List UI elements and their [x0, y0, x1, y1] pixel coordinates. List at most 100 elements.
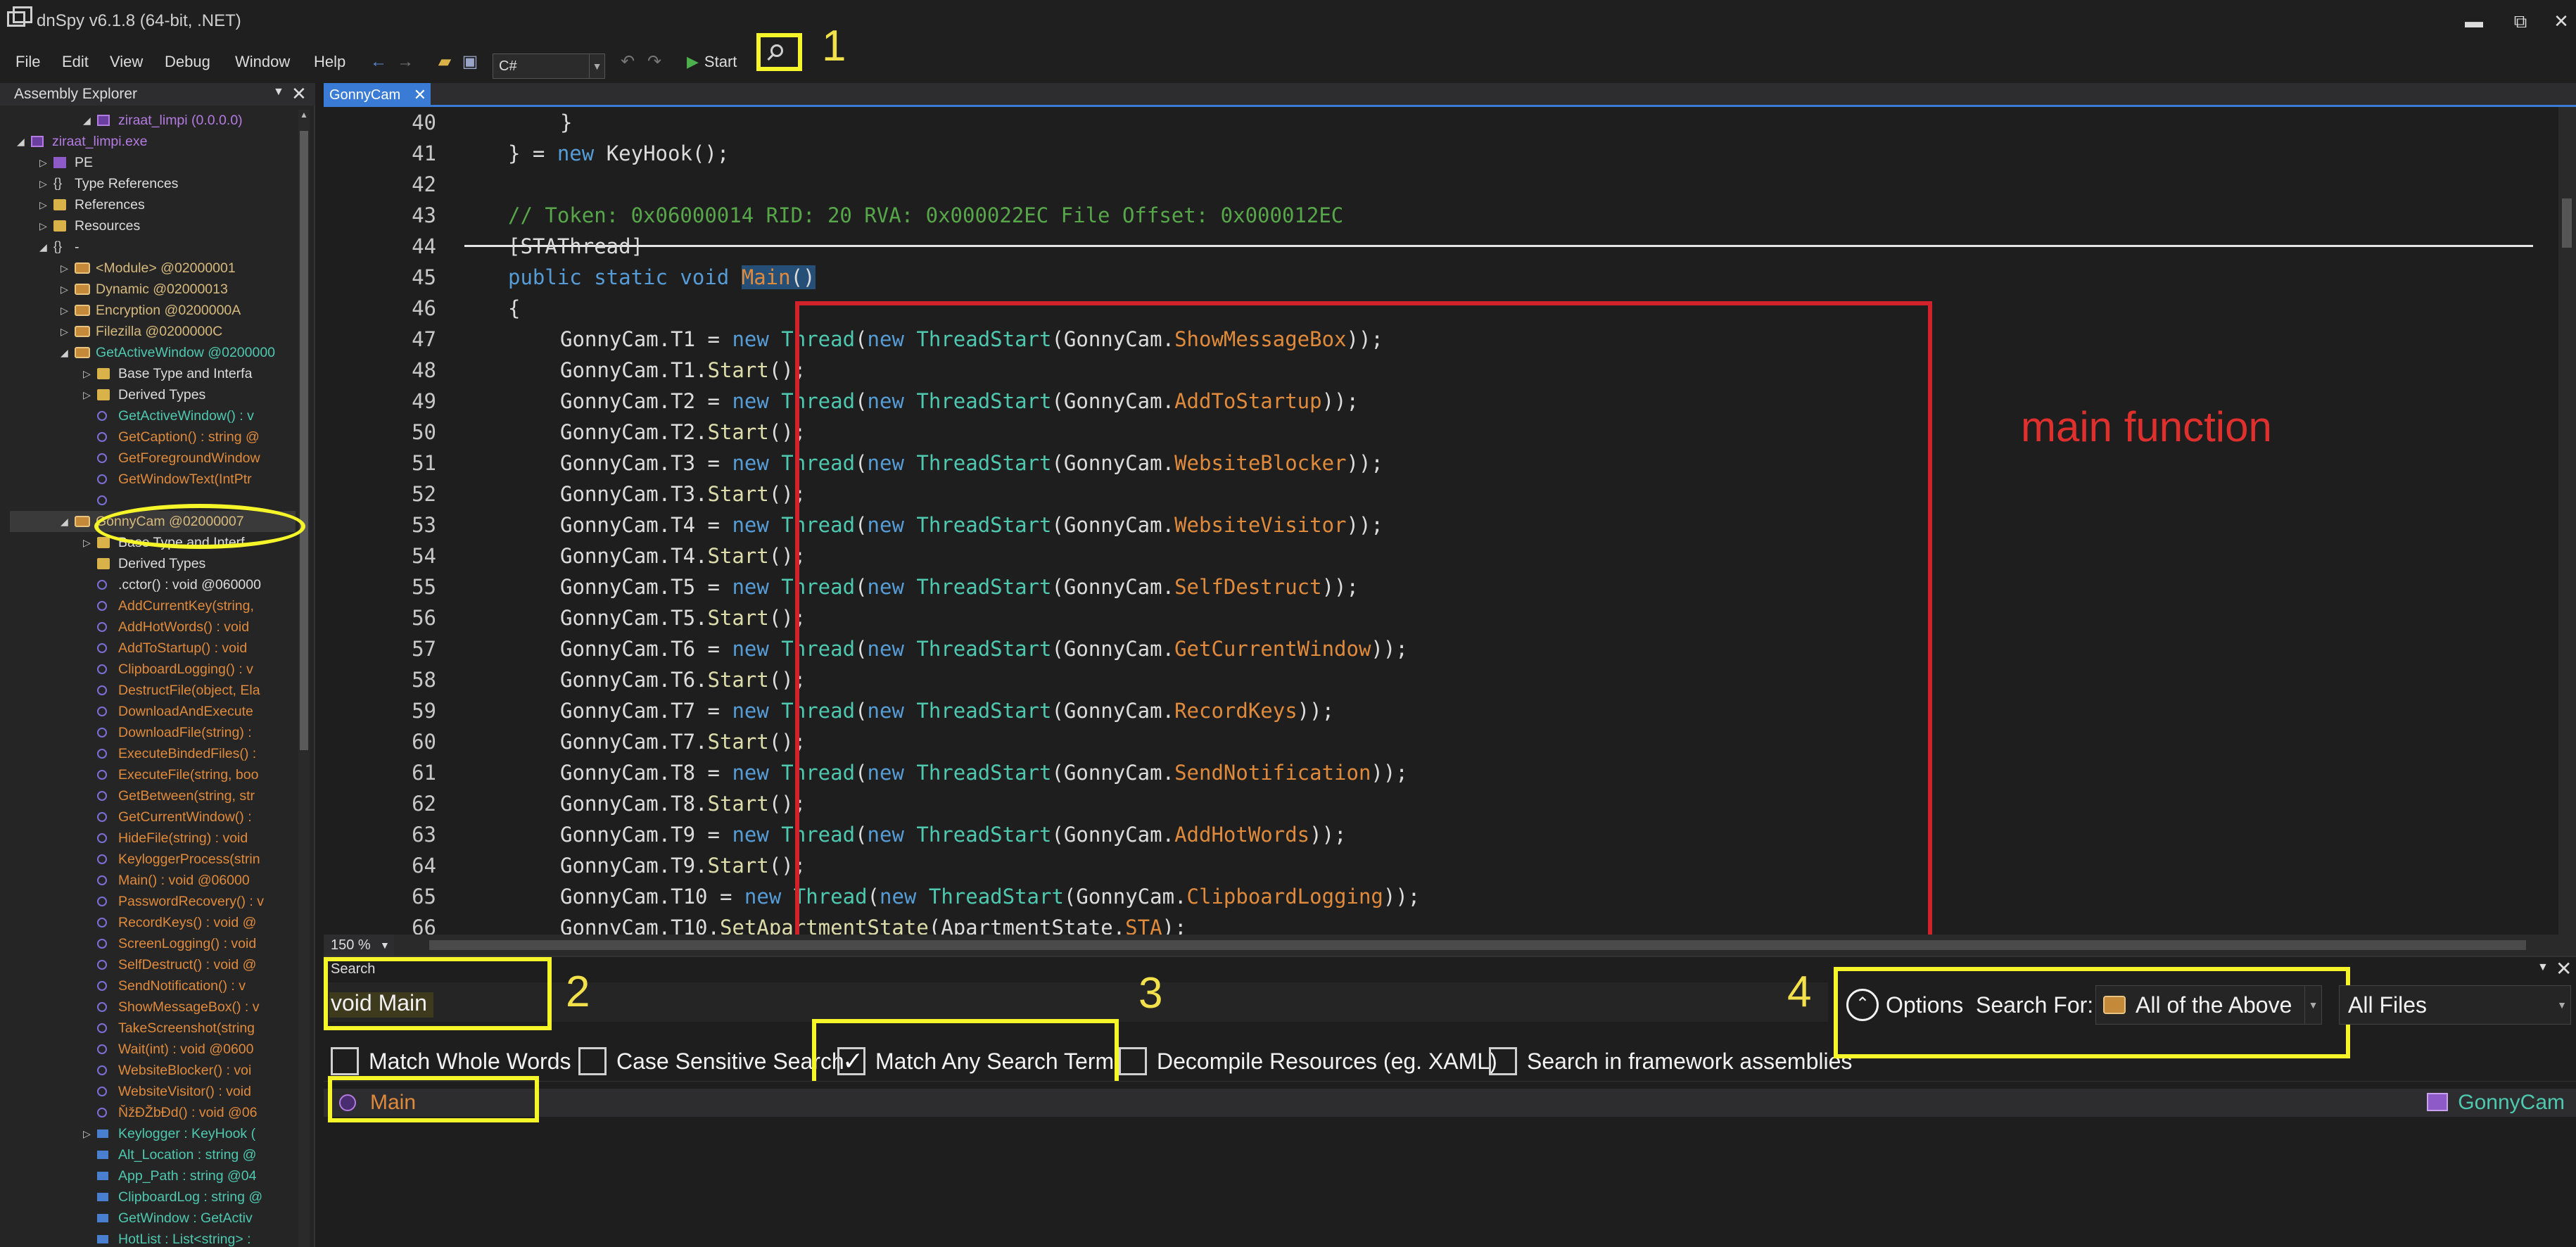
tree-item[interactable]: Wait(int) : void @0600 — [10, 1039, 296, 1060]
expanded-chevron-icon[interactable]: ◢ — [17, 131, 25, 152]
tree-item[interactable]: ◢ ziraat_limpi (0.0.0.0) — [10, 110, 296, 131]
tree-item[interactable]: ▷ <Module> @02000001 — [10, 258, 296, 279]
undo-icon[interactable]: ↶ — [618, 52, 637, 72]
tree-item[interactable]: ◢ ziraat_limpi.exe — [10, 131, 296, 152]
tree-item[interactable]: AddCurrentKey(string, — [10, 595, 296, 616]
collapsed-chevron-icon[interactable]: ▷ — [39, 194, 47, 215]
editor-horizontal-scrollbar[interactable] — [394, 935, 2558, 956]
tree-item[interactable]: ▷ PE — [10, 152, 296, 173]
scroll-up-icon[interactable]: ▲ — [298, 110, 310, 124]
menu-help[interactable]: Help — [314, 41, 345, 83]
tree-item[interactable]: ClipboardLog : string @ — [10, 1186, 296, 1208]
back-arrow-icon[interactable]: ← — [369, 52, 388, 72]
option-case-sensitive[interactable]: Case Sensitive Search — [578, 1043, 844, 1080]
collapsed-chevron-icon[interactable]: ▷ — [39, 215, 47, 236]
tree-item[interactable]: HideFile(string) : void — [10, 828, 296, 849]
tree-item[interactable]: ▷ {} Type References — [10, 173, 296, 194]
tree-item[interactable]: App_Path : string @04 — [10, 1165, 296, 1186]
collapsed-chevron-icon[interactable]: ▷ — [83, 532, 91, 553]
tree-item[interactable]: ◢ GetActiveWindow @0200000 — [10, 342, 296, 363]
tree-item[interactable]: ▷ References — [10, 194, 296, 215]
collapsed-chevron-icon[interactable]: ▷ — [83, 363, 91, 384]
menu-debug[interactable]: Debug — [165, 41, 210, 83]
close-icon[interactable]: ✕ — [414, 83, 426, 107]
collapsed-chevron-icon[interactable]: ▷ — [61, 258, 68, 279]
expanded-chevron-icon[interactable]: ◢ — [61, 342, 68, 363]
close-button[interactable]: ✕ — [2540, 6, 2576, 37]
tree-item[interactable]: ▷ Dynamic @02000013 — [10, 279, 296, 300]
expanded-chevron-icon[interactable]: ◢ — [39, 236, 47, 258]
tree-item[interactable]: WebsiteVisitor() : void — [10, 1081, 296, 1102]
tree-item[interactable]: DownloadAndExecute — [10, 701, 296, 722]
tree-item[interactable]: Main() : void @06000 — [10, 870, 296, 891]
tree-item[interactable]: ▷ Base Type and Interfa — [10, 363, 296, 384]
tree-item[interactable]: ExecuteFile(string, boo — [10, 764, 296, 785]
maximize-button[interactable]: ⧉ — [2499, 6, 2542, 37]
search-for-select[interactable]: All of the Above ▼ — [2095, 985, 2322, 1025]
tree-item[interactable]: .cctor() : void @060000 — [10, 574, 296, 595]
tree-item[interactable]: WebsiteBlocker() : voi — [10, 1060, 296, 1081]
tree-item[interactable]: ▷ Filezilla @0200000C — [10, 321, 296, 342]
tree-item[interactable]: KeyloggerProcess(strin — [10, 849, 296, 870]
zoom-level[interactable]: 150 % ▼ — [324, 935, 394, 956]
language-select[interactable]: C# ▼ — [493, 53, 605, 79]
menu-view[interactable]: View — [110, 41, 143, 83]
tree-item[interactable]: AddToStartup() : void — [10, 638, 296, 659]
tree-item[interactable]: ExecuteBindedFiles() : — [10, 743, 296, 764]
menu-window[interactable]: Window — [235, 41, 290, 83]
menu-edit[interactable]: Edit — [62, 41, 89, 83]
collapsed-chevron-icon[interactable]: ▷ — [83, 384, 91, 405]
collapsed-chevron-icon[interactable]: ▷ — [61, 300, 68, 321]
expanded-chevron-icon[interactable]: ◢ — [61, 511, 68, 532]
option-search-framework[interactable]: Search in framework assemblies — [1489, 1043, 1852, 1080]
forward-arrow-icon[interactable]: → — [395, 52, 415, 72]
tree-item[interactable]: ◢ {} - — [10, 236, 296, 258]
collapsed-chevron-icon[interactable]: ▷ — [61, 321, 68, 342]
tree-item[interactable]: GetCaption() : string @ — [10, 426, 296, 448]
tree-item[interactable]: ScreenLogging() : void — [10, 933, 296, 954]
chevron-down-icon[interactable]: ▼ — [2537, 961, 2549, 974]
menu-file[interactable]: File — [15, 41, 40, 83]
tree-item[interactable]: DownloadFile(string) : — [10, 722, 296, 743]
start-button[interactable]: ▶ Start — [687, 41, 737, 83]
search-toolbar-button[interactable] — [756, 33, 802, 71]
tree-item[interactable]: PasswordRecovery() : v — [10, 891, 296, 912]
tree-item[interactable]: ▷ Derived Types — [10, 384, 296, 405]
checkbox[interactable] — [578, 1046, 607, 1075]
checkbox[interactable] — [331, 1046, 359, 1075]
tab-gonnycam[interactable]: GonnyCam ✕ — [324, 83, 431, 107]
option-match-whole-words[interactable]: Match Whole Words — [331, 1043, 571, 1080]
checkbox[interactable] — [1119, 1046, 1147, 1075]
tree-item[interactable]: DestructFile(object, Ela — [10, 680, 296, 701]
collapsed-chevron-icon[interactable]: ▷ — [39, 152, 47, 173]
tree-item[interactable]: SelfDestruct() : void @ — [10, 954, 296, 975]
tree-item[interactable]: GetWindowText(IntPtr — [10, 469, 296, 490]
tree-item[interactable]: SendNotification() : v — [10, 975, 296, 996]
chevron-down-icon[interactable]: ▼ — [273, 86, 284, 99]
scrollbar-thumb[interactable] — [2562, 198, 2572, 248]
checkbox[interactable] — [1489, 1046, 1517, 1075]
scrollbar-thumb[interactable] — [429, 940, 2526, 950]
files-select[interactable]: All Files ▼ — [2339, 985, 2571, 1025]
tree-item[interactable]: GetActiveWindow() : v — [10, 405, 296, 426]
collapsed-chevron-icon[interactable]: ▷ — [61, 279, 68, 300]
editor-scrollbar[interactable] — [2558, 107, 2576, 1005]
tree-item[interactable]: Alt_Location : string @ — [10, 1144, 296, 1165]
tree-item[interactable]: GetCurrentWindow() : — [10, 806, 296, 828]
tree-item[interactable]: GetBetween(string, str — [10, 785, 296, 806]
close-icon[interactable]: ✕ — [2556, 957, 2572, 980]
tree-item[interactable]: ShowMessageBox() : v — [10, 996, 296, 1018]
tree-item[interactable]: GetForegroundWindow — [10, 448, 296, 469]
tree-item[interactable]: TakeScreenshot(string — [10, 1018, 296, 1039]
scrollbar-thumb[interactable] — [300, 131, 308, 750]
redo-icon[interactable]: ↷ — [645, 52, 664, 72]
minimize-button[interactable]: ▬ — [2453, 6, 2495, 37]
tree-item[interactable]: Derived Types — [10, 553, 296, 574]
close-icon[interactable]: ✕ — [291, 83, 307, 105]
tree-item[interactable]: ▷ Keylogger : KeyHook ( — [10, 1123, 296, 1144]
tree-item[interactable]: ▷ Resources — [10, 215, 296, 236]
open-file-icon[interactable]: ▰ — [435, 52, 455, 72]
tree-item[interactable]: GetWindow : GetActiv — [10, 1208, 296, 1229]
expanded-chevron-icon[interactable]: ◢ — [83, 110, 91, 131]
option-decompile-resources[interactable]: Decompile Resources (eg. XAML) — [1119, 1043, 1497, 1080]
